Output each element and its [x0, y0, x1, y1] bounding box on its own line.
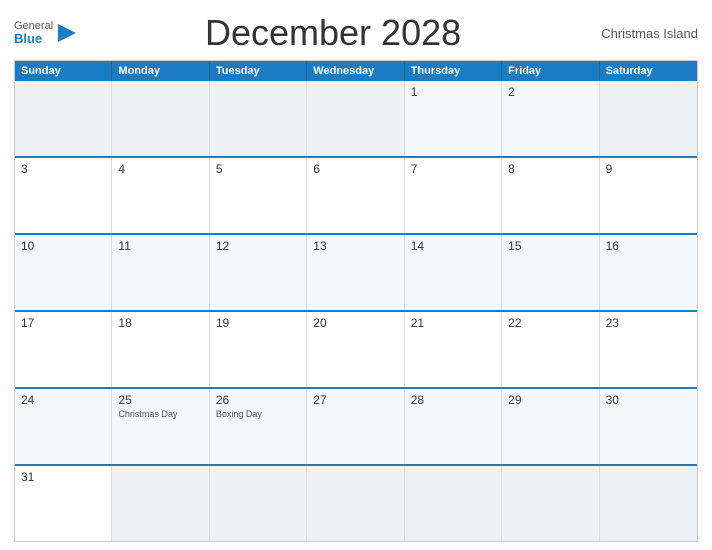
day-cell-9: 9 — [600, 158, 697, 233]
day-cell-empty — [307, 466, 404, 541]
weeks-container: 1 2 3 4 5 6 7 8 9 10 11 12 13 14 15 — [15, 81, 697, 541]
day-cell-18: 18 — [112, 312, 209, 387]
day-cell-14: 14 — [405, 235, 502, 310]
day-cell-empty — [405, 466, 502, 541]
day-cell-5: 5 — [210, 158, 307, 233]
day-cell-4: 4 — [112, 158, 209, 233]
month-title: December 2028 — [78, 12, 588, 54]
day-cell-empty — [600, 466, 697, 541]
logo: General Blue — [14, 21, 78, 45]
event-christmas-day: Christmas Day — [118, 409, 202, 419]
header-tuesday: Tuesday — [210, 61, 307, 81]
day-cell-20: 20 — [307, 312, 404, 387]
day-cell-10: 10 — [15, 235, 112, 310]
header-sunday: Sunday — [15, 61, 112, 81]
day-cell-empty — [112, 466, 209, 541]
week-row-1: 1 2 — [15, 81, 697, 156]
day-cell-31: 31 — [15, 466, 112, 541]
day-cell-2: 2 — [502, 81, 599, 156]
day-cell-empty — [502, 466, 599, 541]
day-cell-empty — [210, 466, 307, 541]
logo-text: General Blue — [14, 21, 53, 45]
day-cell-11: 11 — [112, 235, 209, 310]
day-cell-16: 16 — [600, 235, 697, 310]
day-cell-1: 1 — [405, 81, 502, 156]
location-label: Christmas Island — [588, 26, 698, 41]
calendar-page: General Blue December 2028 Christmas Isl… — [0, 0, 712, 550]
day-cell-7: 7 — [405, 158, 502, 233]
day-cell-empty — [15, 81, 112, 156]
week-row-4: 17 18 19 20 21 22 23 — [15, 310, 697, 387]
day-cell-25: 25 Christmas Day — [112, 389, 209, 464]
week-row-5: 24 25 Christmas Day 26 Boxing Day 27 28 … — [15, 387, 697, 464]
day-cell-6: 6 — [307, 158, 404, 233]
day-cell-27: 27 — [307, 389, 404, 464]
day-cell-8: 8 — [502, 158, 599, 233]
calendar-grid: Sunday Monday Tuesday Wednesday Thursday… — [14, 60, 698, 542]
week-row-3: 10 11 12 13 14 15 16 — [15, 233, 697, 310]
day-cell-empty — [112, 81, 209, 156]
day-cell-15: 15 — [502, 235, 599, 310]
day-cell-24: 24 — [15, 389, 112, 464]
day-cell-29: 29 — [502, 389, 599, 464]
day-cell-21: 21 — [405, 312, 502, 387]
day-cell-empty — [307, 81, 404, 156]
logo-blue-text: Blue — [14, 32, 53, 45]
header-wednesday: Wednesday — [307, 61, 404, 81]
day-cell-28: 28 — [405, 389, 502, 464]
day-cell-17: 17 — [15, 312, 112, 387]
header: General Blue December 2028 Christmas Isl… — [14, 12, 698, 54]
header-saturday: Saturday — [600, 61, 697, 81]
day-cell-26: 26 Boxing Day — [210, 389, 307, 464]
week-row-2: 3 4 5 6 7 8 9 — [15, 156, 697, 233]
header-monday: Monday — [112, 61, 209, 81]
logo-flag-icon — [56, 22, 78, 44]
day-cell-empty — [210, 81, 307, 156]
day-cell-30: 30 — [600, 389, 697, 464]
day-cell-empty — [600, 81, 697, 156]
day-cell-3: 3 — [15, 158, 112, 233]
day-cell-13: 13 — [307, 235, 404, 310]
day-cell-19: 19 — [210, 312, 307, 387]
day-headers-row: Sunday Monday Tuesday Wednesday Thursday… — [15, 61, 697, 81]
header-thursday: Thursday — [405, 61, 502, 81]
day-cell-22: 22 — [502, 312, 599, 387]
day-cell-12: 12 — [210, 235, 307, 310]
week-row-6: 31 — [15, 464, 697, 541]
header-friday: Friday — [502, 61, 599, 81]
day-cell-23: 23 — [600, 312, 697, 387]
event-boxing-day: Boxing Day — [216, 409, 300, 419]
